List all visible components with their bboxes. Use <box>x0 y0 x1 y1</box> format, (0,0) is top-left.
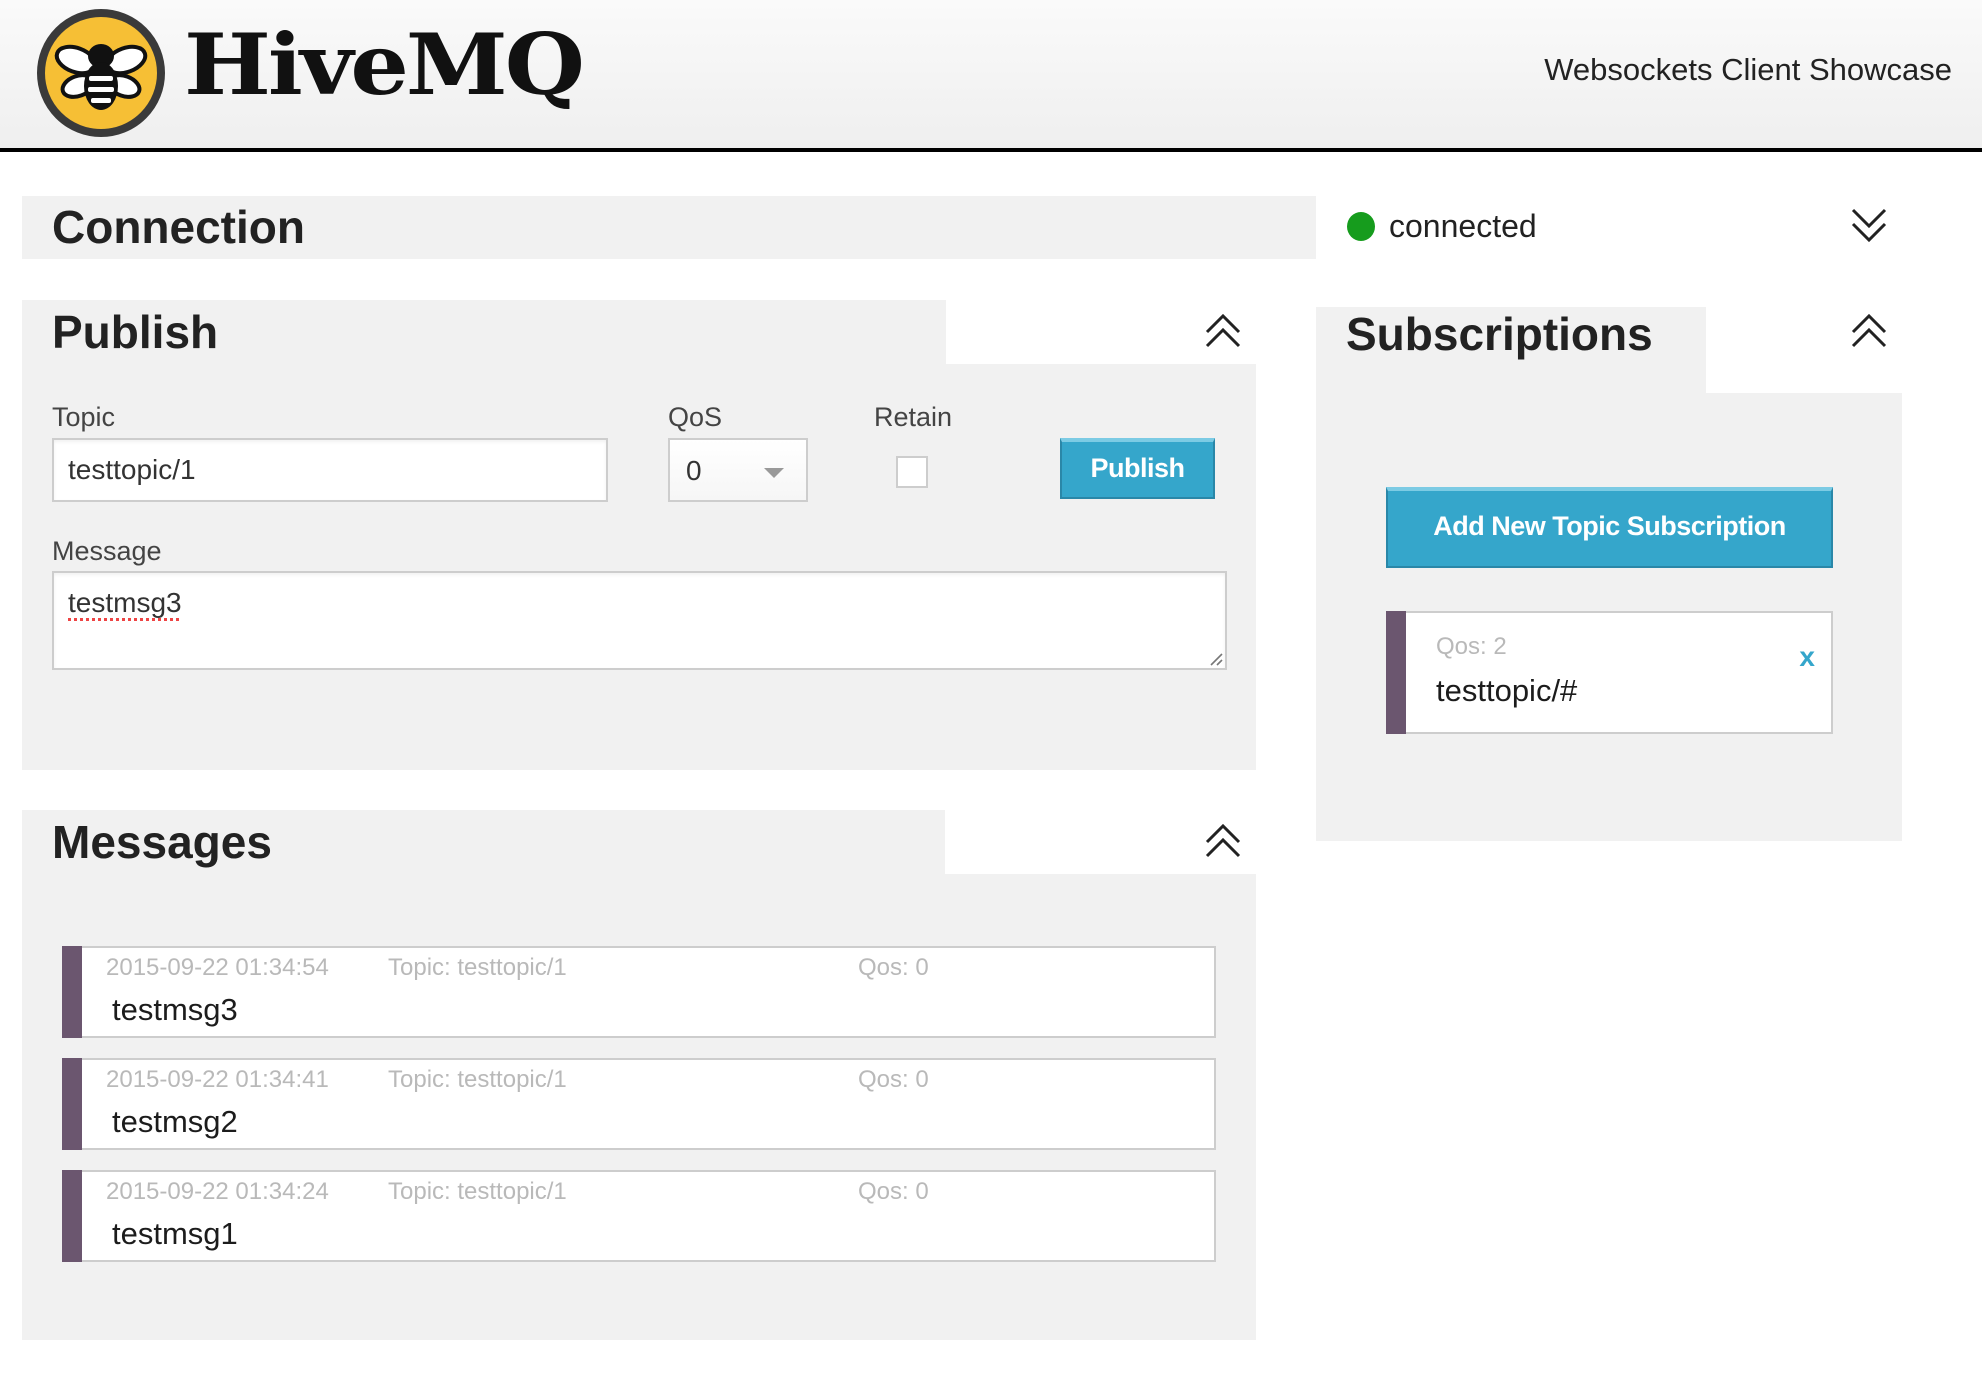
message-label: Message <box>52 536 162 566</box>
chevron-double-up-icon[interactable] <box>1204 820 1242 862</box>
message-payload: testmsg3 <box>112 992 238 1027</box>
message-textarea[interactable]: testmsg3 <box>52 571 1227 670</box>
message-item: 2015-09-22 01:34:41 Topic: testtopic/1 Q… <box>62 1058 1216 1150</box>
message-topic: Topic: testtopic/1 <box>388 1066 567 1093</box>
retain-checkbox[interactable] <box>896 456 928 488</box>
message-timestamp: 2015-09-22 01:34:54 <box>106 954 329 981</box>
hivemq-bee-logo-icon <box>37 9 165 137</box>
retain-label: Retain <box>874 402 953 432</box>
messages-title: Messages <box>52 816 272 868</box>
subscription-topic: testtopic/# <box>1436 673 1578 708</box>
topic-input[interactable] <box>52 438 608 502</box>
message-color-bar <box>62 946 82 1038</box>
chevron-double-down-icon[interactable] <box>1850 204 1888 246</box>
message-item: 2015-09-22 01:34:54 Topic: testtopic/1 Q… <box>62 946 1216 1038</box>
publish-panel <box>22 364 1256 770</box>
message-topic: Topic: testtopic/1 <box>388 954 567 981</box>
chevron-double-up-icon[interactable] <box>1204 310 1242 352</box>
qos-label: QoS <box>668 402 723 432</box>
qos-select[interactable]: 0 <box>668 438 808 502</box>
subscriptions-title: Subscriptions <box>1346 308 1653 360</box>
publish-title: Publish <box>52 306 219 358</box>
message-payload: testmsg2 <box>112 1104 238 1139</box>
connection-status-indicator-icon <box>1347 212 1375 241</box>
add-topic-subscription-button[interactable]: Add New Topic Subscription <box>1386 487 1833 568</box>
message-timestamp: 2015-09-22 01:34:41 <box>106 1066 329 1093</box>
message-item: 2015-09-22 01:34:24 Topic: testtopic/1 Q… <box>62 1170 1216 1262</box>
message-topic: Topic: testtopic/1 <box>388 1178 567 1205</box>
chevron-double-up-icon[interactable] <box>1850 310 1888 352</box>
message-qos: Qos: 0 <box>858 1178 929 1205</box>
message-color-bar <box>62 1058 82 1150</box>
connection-title: Connection <box>52 201 305 253</box>
message-qos: Qos: 0 <box>858 954 929 981</box>
message-color-bar <box>62 1170 82 1262</box>
subscription-color-bar <box>1386 611 1406 734</box>
message-textarea-value: testmsg3 <box>68 587 182 618</box>
remove-subscription-button[interactable]: x <box>1799 641 1815 673</box>
connection-status-text: connected <box>1389 208 1537 244</box>
app-title: Websockets Client Showcase <box>1544 52 1952 87</box>
message-timestamp: 2015-09-22 01:34:24 <box>106 1178 329 1205</box>
message-qos: Qos: 0 <box>858 1066 929 1093</box>
qos-selected-value: 0 <box>686 455 702 486</box>
page-header: HiveMQ Websockets Client Showcase <box>0 0 1982 152</box>
resize-handle-icon[interactable] <box>1209 652 1223 666</box>
message-payload: testmsg1 <box>112 1216 238 1251</box>
publish-button[interactable]: Publish <box>1060 438 1215 499</box>
subscription-qos: Qos: 2 <box>1436 633 1507 660</box>
dropdown-caret-icon <box>764 468 784 478</box>
hivemq-wordmark: HiveMQ <box>184 14 585 114</box>
subscription-item: Qos: 2 testtopic/# x <box>1386 611 1833 734</box>
topic-label: Topic <box>52 402 116 432</box>
